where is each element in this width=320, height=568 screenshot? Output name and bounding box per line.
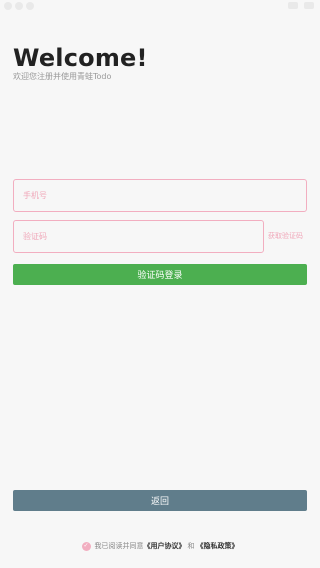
- page-title: Welcome!: [13, 44, 148, 72]
- notification-icon: [4, 2, 12, 10]
- signal-icon: [288, 2, 298, 9]
- code-field[interactable]: [13, 220, 264, 253]
- notification-icon: [26, 2, 34, 10]
- privacy-policy-link[interactable]: 《隐私政策》: [197, 541, 239, 551]
- user-agreement-link[interactable]: 《用户协议》: [144, 541, 186, 551]
- check-icon: ✓: [83, 542, 89, 549]
- notification-icon: [15, 2, 23, 10]
- code-login-button[interactable]: 验证码登录: [13, 264, 307, 285]
- status-icons-right: [288, 2, 314, 9]
- phone-field[interactable]: [13, 179, 307, 212]
- agreement-and-text: 和: [187, 542, 195, 550]
- battery-icon: [304, 2, 314, 9]
- page-subtitle: 欢迎您注册并使用青蛙Todo: [13, 72, 112, 81]
- status-bar: [0, 0, 320, 12]
- agreement-row: ✓ 我已阅读并同意 《用户协议》 和 《隐私政策》: [0, 541, 320, 551]
- verification-code-input[interactable]: [21, 231, 263, 242]
- back-button[interactable]: 返回: [13, 490, 307, 511]
- status-icons-left: [4, 2, 34, 10]
- get-code-button[interactable]: 获取验证码: [268, 231, 303, 241]
- agreement-prefix: 我已阅读并同意: [94, 542, 144, 550]
- agree-checkbox[interactable]: ✓: [81, 541, 91, 551]
- phone-input[interactable]: [21, 190, 306, 201]
